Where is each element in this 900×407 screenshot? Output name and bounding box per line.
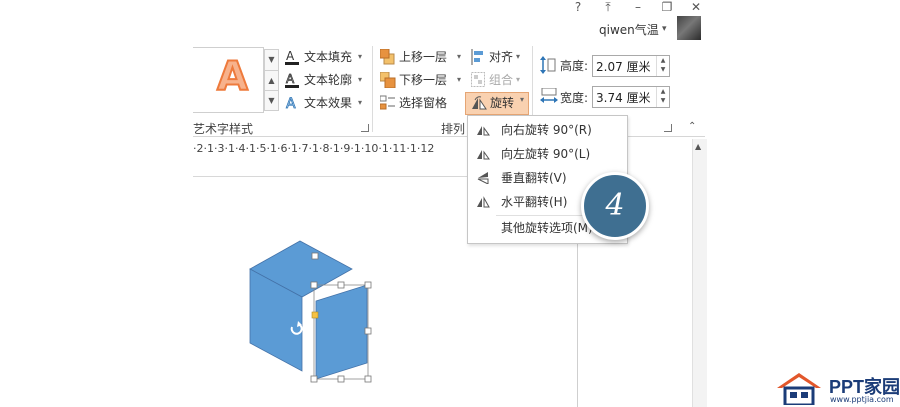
height-value: 2.07 厘米 xyxy=(596,60,651,74)
bring-forward-icon xyxy=(380,49,395,65)
scroll-up-icon[interactable]: ▲ xyxy=(695,142,701,151)
send-backward-icon xyxy=(380,72,396,88)
menu-item-rotate-right[interactable]: 向右旋转 90°(R) xyxy=(468,119,627,141)
brand-url: www.pptjia.com xyxy=(830,395,894,404)
close-icon[interactable]: ✕ xyxy=(686,0,706,14)
send-backward-label: 下移一层 xyxy=(399,73,448,87)
height-input[interactable]: 2.07 厘米 ▲ ▼ xyxy=(592,55,670,77)
text-effects-icon: A xyxy=(286,96,297,111)
menu-item-label: 向左旋转 90°(L) xyxy=(501,147,591,161)
size-launcher-icon[interactable] xyxy=(664,124,672,132)
wordart-launcher-icon[interactable] xyxy=(361,124,369,132)
text-fill-icon: A xyxy=(285,49,299,65)
wordart-sample[interactable]: A xyxy=(216,56,249,98)
rotate-icon xyxy=(472,96,487,110)
rotate-right-icon xyxy=(477,126,490,136)
menu-item-rotate-left[interactable]: 向左旋转 90°(L) xyxy=(468,143,627,165)
ribbon-display-icon[interactable]: ⤒ xyxy=(598,0,618,14)
help-icon[interactable]: ? xyxy=(568,0,588,14)
chevron-down-icon[interactable]: ▾ xyxy=(662,24,667,34)
width-input[interactable]: 3.74 厘米 ▲ ▼ xyxy=(592,86,670,108)
restore-icon[interactable]: ❐ xyxy=(657,0,677,14)
gallery-up-button[interactable]: ▲ xyxy=(264,70,279,92)
align-icon xyxy=(471,49,483,65)
svg-text:A: A xyxy=(286,96,296,111)
menu-item-label: 垂直翻转(V) xyxy=(501,171,567,185)
bring-forward-label: 上移一层 xyxy=(399,50,448,64)
height-spinner[interactable]: ▲ ▼ xyxy=(656,56,669,76)
step-number-badge: 4 xyxy=(581,172,649,240)
menu-item-label: 向右旋转 90°(R) xyxy=(501,123,592,137)
text-outline-label: 文本轮廓 xyxy=(304,73,353,87)
text-effects-label: 文本效果 xyxy=(304,96,353,110)
rotate-button[interactable]: 旋转 ▾ xyxy=(465,92,529,115)
gallery-down-button[interactable]: ▼ xyxy=(264,90,279,111)
text-outline-icon: A xyxy=(285,72,299,88)
flip-vertical-icon xyxy=(477,172,489,184)
top-handle[interactable] xyxy=(311,252,319,260)
arrange-group-label: 排列 xyxy=(441,122,466,136)
width-value: 3.74 厘米 xyxy=(596,91,651,105)
user-name[interactable]: qiwen气温 xyxy=(599,21,659,38)
svg-text:A: A xyxy=(286,72,295,86)
ribbon-bottom-border xyxy=(193,136,705,137)
slide-canvas[interactable] xyxy=(240,235,380,385)
rotation-handle[interactable] xyxy=(311,311,319,319)
gallery-scroll-button[interactable]: ▼ xyxy=(264,49,279,71)
group-icon xyxy=(471,72,485,87)
align-label: 对齐 xyxy=(489,50,514,64)
rotate-label: 旋转 xyxy=(490,96,515,110)
cube-right-face[interactable] xyxy=(315,284,368,380)
selection-pane-label: 选择窗格 xyxy=(399,96,448,110)
text-fill-label: 文本填充 xyxy=(304,50,353,64)
wordart-group-label: 艺术字样式 xyxy=(193,122,254,136)
vertical-scrollbar[interactable] xyxy=(692,139,707,407)
rotate-left-icon xyxy=(477,150,490,160)
minimize-icon[interactable]: – xyxy=(628,0,648,14)
house-logo-icon xyxy=(777,373,821,405)
group-label: 组合 xyxy=(489,73,514,87)
width-icon xyxy=(540,88,558,103)
width-spinner[interactable]: ▲ ▼ xyxy=(656,87,669,107)
height-label: 高度: xyxy=(560,59,589,73)
collapse-ribbon-icon[interactable]: ⌃ xyxy=(688,121,696,132)
height-icon xyxy=(540,56,556,74)
svg-text:A: A xyxy=(286,49,295,63)
selection-pane-icon xyxy=(380,95,395,110)
flip-horizontal-icon xyxy=(477,196,490,208)
width-label: 宽度: xyxy=(560,91,589,105)
menu-item-label: 水平翻转(H) xyxy=(501,195,568,209)
avatar[interactable] xyxy=(677,16,701,40)
